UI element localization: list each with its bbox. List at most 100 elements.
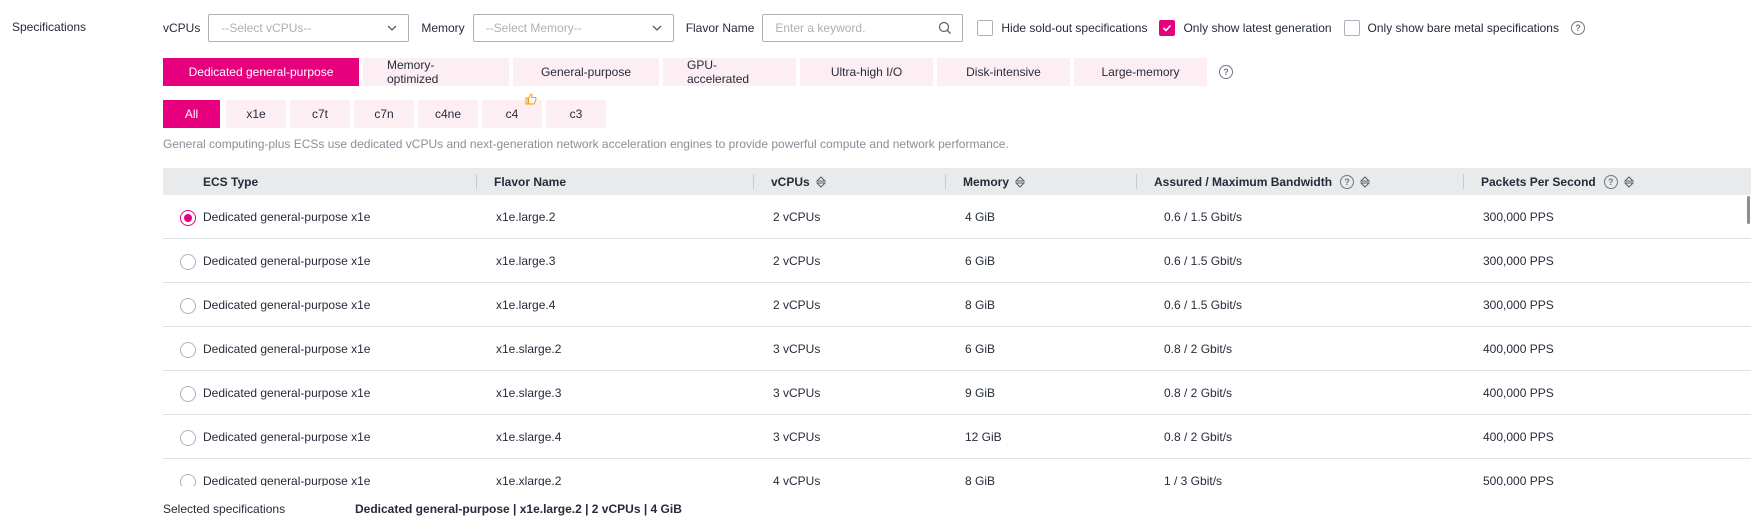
- latest-generation-checkbox[interactable]: Only show latest generation: [1159, 20, 1332, 36]
- col-memory[interactable]: Memory: [963, 168, 1026, 195]
- cell-vcpus: 3 vCPUs: [773, 429, 821, 444]
- help-icon[interactable]: ?: [1340, 174, 1355, 189]
- series-tabs: All x1e c7t c7n c4ne c4 c3: [163, 93, 610, 128]
- tab-memory-optimized[interactable]: Memory-optimized: [363, 58, 509, 86]
- help-icon[interactable]: ?: [1219, 65, 1233, 79]
- series-tab-c4ne[interactable]: c4ne: [418, 100, 478, 128]
- tab-disk-intensive[interactable]: Disk-intensive: [937, 58, 1070, 86]
- sort-icon[interactable]: [1623, 175, 1634, 188]
- section-label: Specifications: [12, 20, 87, 34]
- thumbs-up-icon: [525, 93, 537, 105]
- sort-icon[interactable]: [815, 175, 826, 188]
- memory-select[interactable]: --Select Memory--: [472, 14, 674, 42]
- cell-bandwidth: 0.8 / 2 Gbit/s: [1164, 341, 1233, 356]
- hide-sold-out-checkbox[interactable]: Hide sold-out specifications: [977, 20, 1147, 36]
- cell-flavor-name: x1e.slarge.3: [496, 385, 562, 400]
- row-radio[interactable]: [180, 254, 196, 270]
- col-bandwidth[interactable]: Assured / Maximum Bandwidth ?: [1154, 168, 1371, 195]
- flavor-search-field[interactable]: [762, 14, 964, 42]
- cell-flavor-name: x1e.large.3: [496, 253, 556, 268]
- cell-flavor-name: x1e.slarge.4: [496, 429, 562, 444]
- series-tab-x1e[interactable]: x1e: [226, 100, 286, 128]
- cell-ecs-type: Dedicated general-purpose x1e: [203, 341, 371, 356]
- cell-flavor-name: x1e.slarge.2: [496, 341, 562, 356]
- tab-general-purpose[interactable]: General-purpose: [513, 58, 659, 86]
- cell-vcpus: 2 vCPUs: [773, 209, 821, 224]
- column-divider: [1136, 174, 1137, 189]
- table-row[interactable]: Dedicated general-purpose x1e x1e.large.…: [163, 195, 1751, 239]
- flavor-table: ECS Type Flavor Name vCPUs Memory Assure…: [163, 168, 1751, 486]
- cell-memory: 8 GiB: [965, 473, 996, 487]
- checkbox-box[interactable]: [977, 20, 994, 36]
- col-ecs-type: ECS Type: [203, 168, 258, 195]
- chevron-down-icon: [387, 25, 397, 31]
- table-row[interactable]: Dedicated general-purpose x1e x1e.xlarge…: [163, 459, 1751, 486]
- cell-bandwidth: 0.6 / 1.5 Gbit/s: [1164, 209, 1243, 224]
- cell-flavor-name: x1e.large.4: [496, 297, 556, 312]
- cell-ecs-type: Dedicated general-purpose x1e: [203, 209, 371, 224]
- col-vcpus[interactable]: vCPUs: [771, 168, 826, 195]
- col-bandwidth-label: Assured / Maximum Bandwidth: [1154, 174, 1333, 189]
- hide-sold-out-label: Hide sold-out specifications: [1001, 21, 1148, 35]
- col-flavor-name-label: Flavor Name: [494, 174, 567, 189]
- help-icon[interactable]: ?: [1603, 174, 1618, 189]
- sort-icon[interactable]: [1360, 175, 1371, 188]
- cell-pps: 400,000 PPS: [1483, 429, 1554, 444]
- checkbox-box[interactable]: [1343, 20, 1360, 36]
- table-row[interactable]: Dedicated general-purpose x1e x1e.large.…: [163, 283, 1751, 327]
- help-icon[interactable]: ?: [1570, 21, 1585, 35]
- checkbox-box[interactable]: [1159, 20, 1176, 36]
- cell-vcpus: 2 vCPUs: [773, 253, 821, 268]
- tab-dedicated-general-purpose[interactable]: Dedicated general-purpose: [163, 58, 359, 86]
- series-tab-c4[interactable]: c4: [482, 93, 542, 128]
- series-tab-c3[interactable]: c3: [546, 100, 606, 128]
- table-row[interactable]: Dedicated general-purpose x1e x1e.large.…: [163, 239, 1751, 283]
- col-vcpus-label: vCPUs: [771, 174, 810, 189]
- search-icon[interactable]: [938, 21, 952, 35]
- cell-ecs-type: Dedicated general-purpose x1e: [203, 473, 371, 487]
- row-radio[interactable]: [180, 386, 196, 402]
- table-row[interactable]: Dedicated general-purpose x1e x1e.slarge…: [163, 327, 1751, 371]
- cell-flavor-name: x1e.xlarge.2: [496, 473, 562, 487]
- cell-memory: 12 GiB: [965, 429, 1002, 444]
- column-divider: [753, 174, 754, 189]
- col-flavor-name: Flavor Name: [494, 168, 566, 195]
- table-row[interactable]: Dedicated general-purpose x1e x1e.slarge…: [163, 371, 1751, 415]
- row-radio[interactable]: [180, 474, 196, 486]
- flavor-search-input[interactable]: [775, 21, 926, 35]
- row-radio[interactable]: [180, 210, 196, 226]
- latest-generation-label: Only show latest generation: [1183, 21, 1332, 35]
- sort-icon[interactable]: [1015, 175, 1026, 188]
- check-icon: [1163, 24, 1172, 32]
- table-row[interactable]: Dedicated general-purpose x1e x1e.slarge…: [163, 415, 1751, 459]
- col-pps[interactable]: Packets Per Second ?: [1481, 168, 1634, 195]
- cell-memory: 9 GiB: [965, 385, 996, 400]
- tab-ultra-high-io[interactable]: Ultra-high I/O: [800, 58, 933, 86]
- table-scrollbar[interactable]: [1747, 196, 1750, 224]
- selected-spec-label: Selected specifications: [163, 502, 286, 516]
- table-body: Dedicated general-purpose x1e x1e.large.…: [163, 195, 1751, 486]
- cell-ecs-type: Dedicated general-purpose x1e: [203, 253, 371, 268]
- cell-pps: 300,000 PPS: [1483, 253, 1554, 268]
- row-radio[interactable]: [180, 430, 196, 446]
- memory-label: Memory: [421, 21, 465, 35]
- cell-ecs-type: Dedicated general-purpose x1e: [203, 297, 371, 312]
- tab-gpu-accelerated[interactable]: GPU-accelerated: [663, 58, 796, 86]
- selected-spec-value: Dedicated general-purpose | x1e.large.2 …: [355, 502, 682, 516]
- cell-memory: 8 GiB: [965, 297, 996, 312]
- bare-metal-label: Only show bare metal specifications: [1367, 21, 1559, 35]
- bare-metal-checkbox[interactable]: Only show bare metal specifications: [1343, 20, 1559, 36]
- series-tab-all[interactable]: All: [163, 100, 220, 128]
- row-radio[interactable]: [180, 298, 196, 314]
- col-pps-label: Packets Per Second: [1481, 174, 1596, 189]
- col-memory-label: Memory: [963, 174, 1010, 189]
- vcpus-select[interactable]: --Select vCPUs--: [208, 14, 410, 42]
- col-ecs-type-label: ECS Type: [203, 174, 259, 189]
- series-tab-c7t[interactable]: c7t: [290, 100, 350, 128]
- row-radio[interactable]: [180, 342, 196, 358]
- cell-pps: 400,000 PPS: [1483, 341, 1554, 356]
- cell-pps: 300,000 PPS: [1483, 209, 1554, 224]
- series-tab-c7n[interactable]: c7n: [354, 100, 414, 128]
- tab-large-memory[interactable]: Large-memory: [1074, 58, 1207, 86]
- cell-vcpus: 3 vCPUs: [773, 385, 821, 400]
